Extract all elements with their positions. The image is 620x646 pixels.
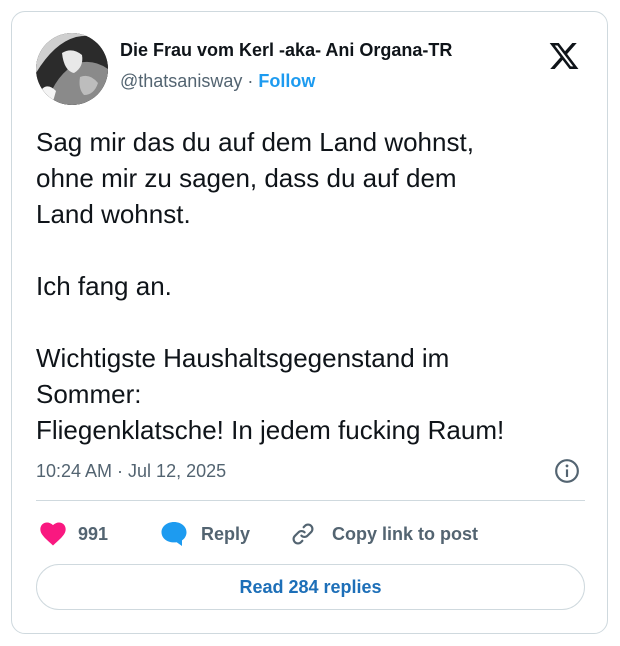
reply-label: Reply — [201, 523, 251, 544]
separator-dot: · — [247, 71, 254, 91]
like-count: 991 — [78, 523, 109, 544]
author-handle-row: @thatsanisway · Follow — [120, 71, 315, 92]
info-icon[interactable] — [554, 458, 580, 484]
author-display-name[interactable]: Die Frau vom Kerl -aka- Ani Organa-TR — [120, 40, 452, 61]
reply-button[interactable]: Reply — [160, 518, 250, 550]
x-logo-icon[interactable] — [548, 40, 580, 72]
tweet-text: Sag mir das du auf dem Land wohnst, ohne… — [36, 127, 505, 445]
copy-link-label: Copy link to post — [332, 523, 478, 544]
author-handle[interactable]: @thatsanisway — [120, 71, 242, 91]
like-button[interactable]: 991 — [40, 518, 108, 550]
heart-icon — [40, 522, 66, 546]
avatar-image — [36, 33, 108, 105]
read-replies-button[interactable]: Read 284 replies — [36, 564, 585, 610]
speech-bubble-icon — [161, 522, 187, 546]
link-icon — [292, 523, 314, 545]
follow-button[interactable]: Follow — [258, 71, 315, 91]
avatar[interactable] — [36, 33, 108, 105]
copy-link-button[interactable]: Copy link to post — [290, 518, 478, 550]
divider — [36, 500, 585, 501]
tweet-timestamp[interactable]: 10:24 AM · Jul 12, 2025 — [36, 461, 226, 482]
tweet-card: Die Frau vom Kerl -aka- Ani Organa-TR @t… — [11, 11, 608, 634]
